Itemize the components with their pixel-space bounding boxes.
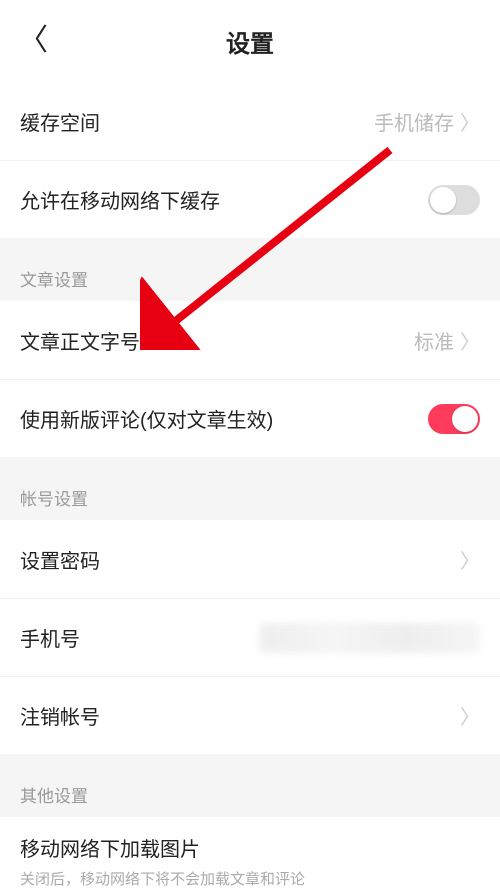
chevron-right-icon: 〉 <box>460 545 480 574</box>
article-font-size-value: 标准 〉 <box>414 326 480 355</box>
article-font-size-row[interactable]: 文章正文字号 标准 〉 <box>0 301 500 379</box>
allow-cellular-cache-label: 允许在移动网络下缓存 <box>20 185 220 214</box>
chevron-right-icon: 〉 <box>460 326 480 355</box>
other-section-label: 其他设置 <box>0 766 500 817</box>
load-images-cellular-row[interactable]: 移动网络下加载图片 关闭后，移动网络下将不会加载文章和评论 <box>0 817 500 893</box>
chevron-right-icon: 〉 <box>460 107 480 136</box>
article-font-size-label: 文章正文字号 <box>20 326 140 355</box>
load-images-cellular-desc: 关闭后，移动网络下将不会加载文章和评论 <box>20 868 480 889</box>
phone-label: 手机号 <box>20 623 80 652</box>
page-title: 设置 <box>226 24 274 59</box>
new-comments-label: 使用新版评论(仅对文章生效) <box>20 404 273 433</box>
set-password-label: 设置密码 <box>20 545 100 574</box>
cache-space-row[interactable]: 缓存空间 手机储存 〉 <box>0 82 500 160</box>
phone-row[interactable]: 手机号 <box>0 598 500 676</box>
other-group: 移动网络下加载图片 关闭后，移动网络下将不会加载文章和评论 <box>0 817 500 893</box>
phone-value <box>260 623 480 653</box>
back-button[interactable]: 〈 <box>18 26 48 56</box>
allow-cellular-cache-toggle[interactable] <box>428 185 480 215</box>
chevron-right-icon: 〉 <box>460 701 480 730</box>
deregister-label: 注销帐号 <box>20 701 100 730</box>
article-section-label: 文章设置 <box>0 250 500 301</box>
load-images-cellular-label: 移动网络下加载图片 <box>20 833 480 862</box>
article-group: 文章正文字号 标准 〉 使用新版评论(仅对文章生效) <box>0 301 500 457</box>
cache-space-value: 手机储存 〉 <box>374 107 480 136</box>
deregister-row[interactable]: 注销帐号 〉 <box>0 676 500 754</box>
article-font-size-value-text: 标准 <box>414 326 454 355</box>
new-comments-toggle[interactable] <box>428 404 480 434</box>
header: 〈 设置 <box>0 0 500 82</box>
account-group: 设置密码 〉 手机号 注销帐号 〉 <box>0 520 500 754</box>
cache-space-label: 缓存空间 <box>20 107 100 136</box>
account-section-label: 帐号设置 <box>0 469 500 520</box>
cache-space-value-text: 手机储存 <box>374 107 454 136</box>
new-comments-row: 使用新版评论(仅对文章生效) <box>0 379 500 457</box>
allow-cellular-cache-row: 允许在移动网络下缓存 <box>0 160 500 238</box>
phone-value-blurred <box>260 623 480 653</box>
set-password-row[interactable]: 设置密码 〉 <box>0 520 500 598</box>
storage-group: 缓存空间 手机储存 〉 允许在移动网络下缓存 <box>0 82 500 238</box>
